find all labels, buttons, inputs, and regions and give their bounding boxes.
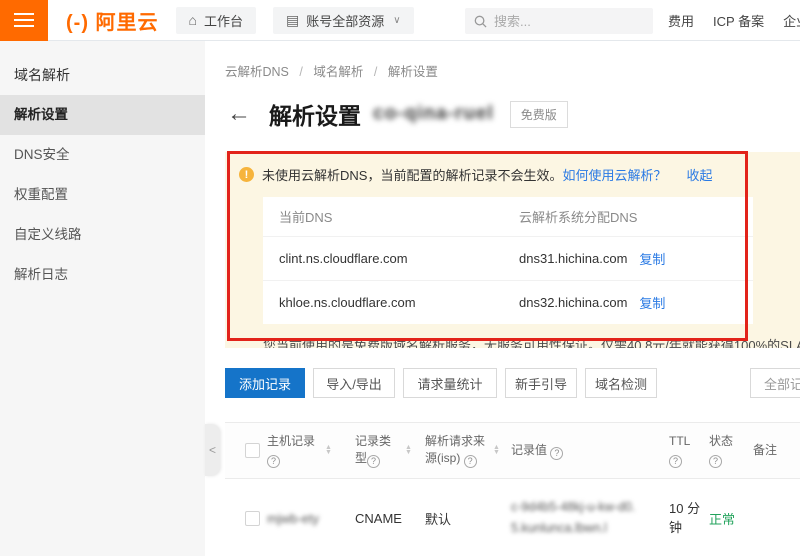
sort-icon[interactable]: ▲▼: [493, 445, 500, 455]
help-icon[interactable]: ?: [709, 455, 722, 468]
sidebar-item-resolution-settings[interactable]: 解析设置: [0, 95, 205, 135]
col-status-label: 状态 ?: [709, 433, 737, 468]
chevron-down-icon: ∨: [393, 15, 400, 26]
global-search[interactable]: [465, 8, 653, 34]
sidebar-item-resolution-logs[interactable]: 解析日志: [0, 255, 205, 295]
top-navbar: (-) 阿里云 ⌂ 工作台 ▤ 账号全部资源 ∨ 费用 ICP 备案 企业 支持: [0, 0, 800, 41]
navbar-links: 费用 ICP 备案 企业 支持: [668, 0, 800, 41]
workbench-button[interactable]: ⌂ 工作台: [176, 7, 256, 34]
col-header-current-dns: 当前DNS: [279, 207, 519, 226]
record-value-redacted: 5.kunlunca.lbwn.l: [511, 518, 669, 539]
breadcrumb-separator: /: [299, 65, 302, 79]
nav-link-billing[interactable]: 费用: [668, 11, 694, 30]
breadcrumb-separator: /: [374, 65, 377, 79]
sidebar-item-weight-config[interactable]: 权重配置: [0, 175, 205, 215]
sidebar-item-dns-security[interactable]: DNS安全: [0, 135, 205, 175]
chevron-left-icon: <: [209, 443, 216, 457]
nav-link-enterprise[interactable]: 企业: [783, 11, 800, 30]
search-input[interactable]: [494, 14, 634, 29]
copy-dns-link[interactable]: 复制: [639, 249, 665, 268]
sort-icon[interactable]: ▲▼: [405, 445, 412, 455]
sort-icon[interactable]: ▲▼: [325, 445, 332, 455]
current-dns-value: khloe.ns.cloudflare.com: [279, 295, 519, 310]
breadcrumb-current: 解析设置: [388, 65, 438, 79]
sidebar-collapse-handle[interactable]: <: [205, 424, 220, 476]
sidebar: 域名解析 解析设置 DNS安全 权重配置 自定义线路 解析日志: [0, 41, 205, 556]
warning-icon: !: [239, 167, 254, 182]
record-ttl: 10 分钟: [669, 499, 709, 538]
col-value-label: 记录值 ?: [511, 442, 563, 460]
plan-badge: 免费版: [510, 101, 568, 128]
help-icon[interactable]: ?: [267, 455, 280, 468]
domain-check-button[interactable]: 域名检测: [585, 368, 657, 398]
current-dns-value: clint.ns.cloudflare.com: [279, 251, 519, 266]
sidebar-item-domain-resolution[interactable]: 域名解析: [0, 55, 205, 95]
dns-table-row: clint.ns.cloudflare.com dns31.hichina.co…: [263, 236, 753, 280]
select-all-checkbox[interactable]: [245, 443, 260, 458]
records-table: 主机记录 ? ▲▼ 记录类型? ▲▼ 解析请求来源(isp) ? ▲▼ 记录值 …: [225, 422, 800, 556]
help-icon[interactable]: ?: [464, 455, 477, 468]
beginner-guide-button[interactable]: 新手引导: [505, 368, 577, 398]
notice-message: 未使用云解析DNS，当前配置的解析记录不会生效。: [262, 165, 562, 184]
breadcrumb-domain-resolution[interactable]: 域名解析: [313, 65, 363, 79]
breadcrumb-dns[interactable]: 云解析DNS: [225, 65, 289, 79]
all-records-dropdown[interactable]: 全部记录 ∨: [750, 368, 800, 398]
host-record-redacted: mjwb-ety: [267, 511, 319, 526]
record-status: 正常: [709, 512, 735, 527]
col-ttl-label: TTL ?: [669, 433, 699, 468]
record-row: mjwb-ety CNAME 默认 c-9d4b5-48kj-u-kw-d0. …: [225, 479, 800, 556]
resources-icon: ▤: [286, 13, 299, 27]
col-type-label: 记录类型?: [355, 433, 399, 468]
how-to-use-link[interactable]: 如何使用云解析？: [562, 165, 666, 184]
help-icon[interactable]: ?: [367, 455, 380, 468]
upsell-text: 您当前使用的是免费版域名解析服务，无服务可用性保证。仅需40.8元/年就能获得1…: [263, 335, 800, 348]
import-export-button[interactable]: 导入/导出: [313, 368, 395, 398]
col-isp-label: 解析请求来源(isp) ?: [425, 433, 487, 468]
home-icon: ⌂: [189, 13, 197, 27]
domain-name-redacted: co-qina-ruel: [373, 103, 494, 125]
workbench-label: 工作台: [204, 11, 243, 30]
record-type: CNAME: [355, 511, 425, 526]
back-arrow-icon[interactable]: ←: [227, 102, 251, 126]
copy-dns-link[interactable]: 复制: [639, 293, 665, 312]
help-icon[interactable]: ?: [669, 455, 682, 468]
dns-comparison-table: 当前DNS 云解析系统分配DNS clint.ns.cloudflare.com…: [263, 197, 753, 324]
records-toolbar: 添加记录 导入/导出 请求量统计 新手引导 域名检测: [225, 368, 665, 398]
assigned-dns-value: dns32.hichina.com: [519, 295, 627, 310]
records-table-header: 主机记录 ? ▲▼ 记录类型? ▲▼ 解析请求来源(isp) ? ▲▼ 记录值 …: [225, 422, 800, 479]
request-stats-button[interactable]: 请求量统计: [403, 368, 497, 398]
assigned-dns-value: dns31.hichina.com: [519, 251, 627, 266]
nav-link-icp[interactable]: ICP 备案: [713, 11, 764, 30]
help-icon[interactable]: ?: [550, 447, 563, 460]
sidebar-item-custom-lines[interactable]: 自定义线路: [0, 215, 205, 255]
add-record-button[interactable]: 添加记录: [225, 368, 305, 398]
row-checkbox[interactable]: [245, 511, 260, 526]
dns-table-row: khloe.ns.cloudflare.com dns32.hichina.co…: [263, 280, 753, 324]
record-isp: 默认: [425, 509, 511, 528]
aliyun-logo[interactable]: (-) 阿里云: [66, 6, 159, 35]
col-host-label: 主机记录 ?: [267, 433, 319, 468]
dns-notice-panel: ! 未使用云解析DNS，当前配置的解析记录不会生效。 如何使用云解析？ 收起 当…: [225, 152, 800, 348]
account-resources-button[interactable]: ▤ 账号全部资源 ∨: [273, 7, 414, 34]
collapse-notice-link[interactable]: 收起: [686, 165, 712, 184]
hamburger-menu-icon[interactable]: [0, 0, 48, 41]
main-content: 云解析DNS / 域名解析 / 解析设置 ← 解析设置 co-qina-ruel…: [205, 41, 800, 556]
search-icon: [474, 15, 487, 28]
all-records-label: 全部记录: [764, 374, 800, 393]
record-value-redacted: c-9d4b5-48kj-u-kw-d0.: [511, 497, 669, 518]
col-remark-label: 备注: [753, 442, 777, 459]
breadcrumb: 云解析DNS / 域名解析 / 解析设置: [225, 61, 438, 80]
page-title: 解析设置: [269, 97, 361, 131]
col-header-assigned-dns: 云解析系统分配DNS: [519, 207, 737, 226]
resources-label: 账号全部资源: [306, 11, 384, 30]
page-title-row: ← 解析设置 co-qina-ruel 免费版: [227, 97, 568, 131]
